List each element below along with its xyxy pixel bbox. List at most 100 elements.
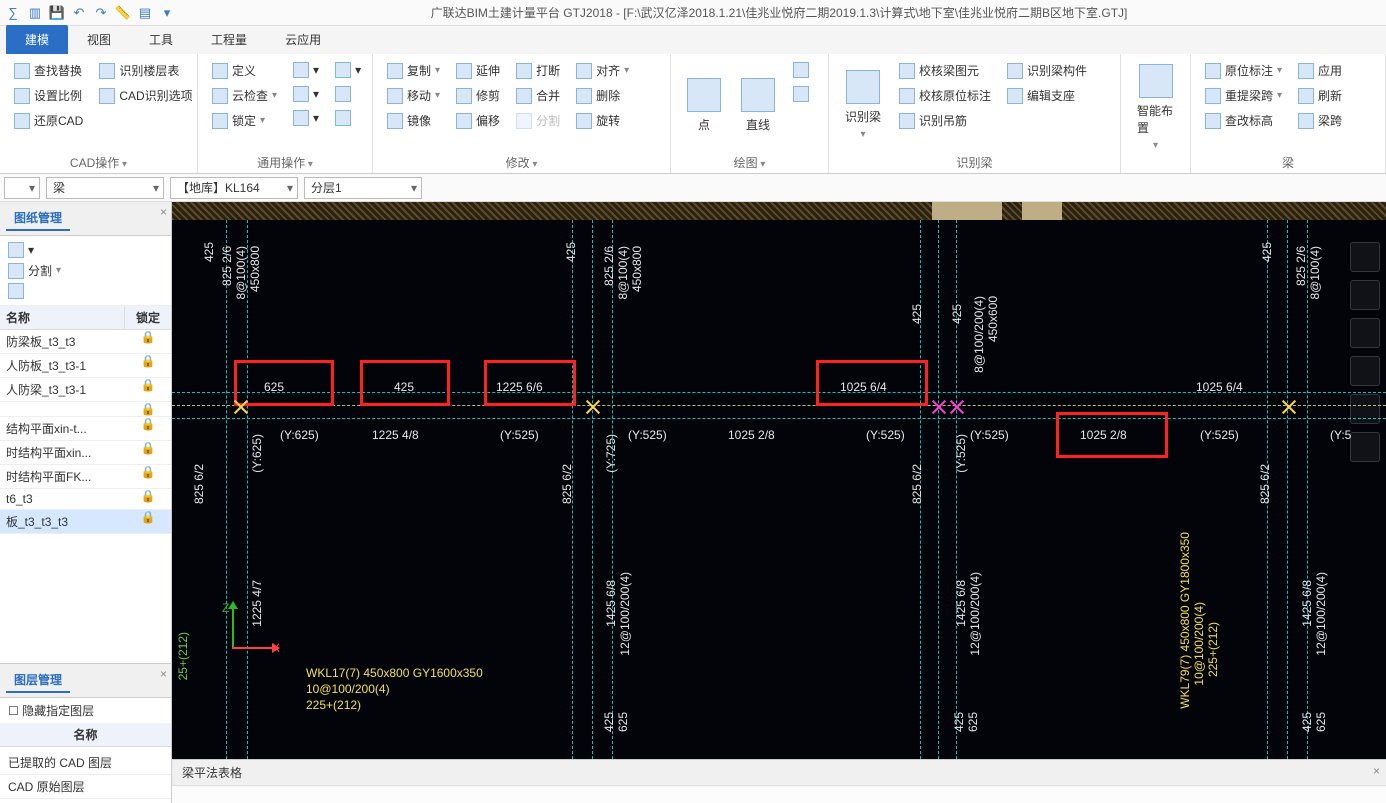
drawing-canvas[interactable]: 425 425 425 425 425 825 2/6 8@100(4) 450…: [172, 202, 1386, 759]
btn-copy[interactable]: 复制: [383, 60, 444, 81]
group-common-label[interactable]: 通用操作: [204, 152, 366, 173]
btn-lock[interactable]: 锁定: [208, 110, 281, 131]
btn-gen5[interactable]: [331, 84, 365, 104]
view-tool-1[interactable]: [1350, 242, 1380, 272]
btn-align[interactable]: 对齐: [572, 60, 633, 81]
qat-sigma-icon[interactable]: ∑: [4, 4, 22, 22]
btn-delete[interactable]: 删除: [572, 85, 633, 106]
btn-refresh[interactable]: 刷新: [1294, 85, 1346, 106]
left-panels: 图纸管理 × ▾ 分割 名称锁定 防梁板_t3_t3🔒人防板_t3_t3-1🔒人…: [0, 202, 172, 803]
view-tool-4[interactable]: [1350, 356, 1380, 386]
qat-report-icon[interactable]: ▤: [136, 4, 154, 22]
group-modify-label[interactable]: 修改: [379, 152, 664, 173]
drawing-toolbar: ▾ 分割: [0, 236, 171, 306]
btn-check-beam[interactable]: 校核梁图元: [895, 60, 995, 81]
btn-gen2[interactable]: ▾: [289, 84, 323, 104]
btn-detect-comp[interactable]: 识别梁构件: [1003, 60, 1091, 81]
node-marker: [1280, 398, 1298, 416]
qat-insert-icon[interactable]: ▥: [26, 4, 44, 22]
btn-apply[interactable]: 应用: [1294, 60, 1346, 81]
btn-split-mini[interactable]: 分割: [4, 260, 167, 281]
btn-set-scale[interactable]: 设置比例: [10, 85, 87, 106]
tree-row[interactable]: 结构平面xin-t...🔒: [0, 417, 171, 441]
combo-element[interactable]: 【地库】KL164▾: [170, 177, 298, 199]
view-tool-6[interactable]: [1350, 432, 1380, 462]
btn-cad-options[interactable]: CAD识别选项: [95, 85, 196, 106]
btn-mirror[interactable]: 镜像: [383, 110, 444, 131]
view-tool-3[interactable]: [1350, 318, 1380, 348]
close-icon[interactable]: ×: [1373, 764, 1380, 778]
btn-edit-support[interactable]: 编辑支座: [1003, 85, 1091, 106]
tab-tool[interactable]: 工具: [130, 25, 192, 54]
qat-save-icon[interactable]: 💾: [48, 4, 66, 22]
tab-view[interactable]: 视图: [68, 25, 130, 54]
draw-extra-2[interactable]: [789, 84, 813, 104]
btn-split[interactable]: 分割: [512, 110, 564, 131]
btn-gen1[interactable]: ▾: [289, 60, 323, 80]
btn-cross[interactable]: 梁跨: [1294, 110, 1346, 131]
tab-model[interactable]: 建模: [6, 25, 68, 54]
combo-layer[interactable]: 分层1▾: [304, 177, 422, 199]
tree-row[interactable]: 🔒: [0, 402, 171, 417]
btn-detect-beam[interactable]: 识别梁: [835, 58, 891, 152]
btn-detect-hang[interactable]: 识别吊筋: [895, 110, 995, 131]
btn-extend[interactable]: 延伸: [452, 60, 504, 81]
btn-merge[interactable]: 合并: [512, 85, 564, 106]
btn-raise-span[interactable]: 重提梁跨: [1201, 85, 1286, 106]
btn-offset[interactable]: 偏移: [452, 110, 504, 131]
tree-row[interactable]: 人防板_t3_t3-1🔒: [0, 354, 171, 378]
tree-row[interactable]: 时结构平面xin...🔒: [0, 441, 171, 465]
btn-gen3[interactable]: ▾: [289, 108, 323, 128]
btn-cloud-check[interactable]: 云检查: [208, 85, 281, 106]
btn-break[interactable]: 打断: [512, 60, 564, 81]
btn-mini-1[interactable]: ▾: [4, 240, 167, 260]
btn-check-orig[interactable]: 校核原位标注: [895, 85, 995, 106]
axis-gizmo: Z X: [222, 599, 282, 659]
tab-cloud[interactable]: 云应用: [266, 25, 340, 54]
close-icon[interactable]: ×: [160, 667, 167, 681]
group-draw-label[interactable]: 绘图: [677, 152, 822, 173]
draw-extra-1[interactable]: [789, 60, 813, 80]
layer-row[interactable]: CAD 原始图层: [0, 775, 171, 799]
tree-row[interactable]: 防梁板_t3_t3🔒: [0, 330, 171, 354]
hide-layer-check[interactable]: ☐ 隐藏指定图层: [0, 698, 171, 723]
drawing-tree: 名称锁定 防梁板_t3_t3🔒人防板_t3_t3-1🔒人防梁_t3_t3-1🔒🔒…: [0, 306, 171, 534]
qat-dropdown-icon[interactable]: ▾: [158, 4, 176, 22]
btn-mini-3[interactable]: [4, 281, 167, 301]
btn-find-replace[interactable]: 查找替换: [10, 60, 87, 81]
tree-row[interactable]: 人防梁_t3_t3-1🔒: [0, 378, 171, 402]
qat-redo-icon[interactable]: ↷: [92, 4, 110, 22]
tab-qty[interactable]: 工程量: [192, 25, 266, 54]
btn-rotate[interactable]: 旋转: [572, 110, 633, 131]
btn-check-elev[interactable]: 查改标高: [1201, 110, 1286, 131]
btn-detect-floor[interactable]: 识别楼层表: [95, 60, 196, 81]
btn-point[interactable]: 点: [677, 58, 731, 152]
btn-orig-label[interactable]: 原位标注: [1201, 60, 1286, 81]
btn-line[interactable]: 直线: [731, 58, 785, 152]
group-beam-label: 识别梁: [835, 152, 1114, 173]
qat-ruler-icon[interactable]: 📏: [114, 4, 132, 22]
view-tool-2[interactable]: [1350, 280, 1380, 310]
btn-gen4[interactable]: ▾: [331, 60, 365, 80]
group-cad-label[interactable]: CAD操作: [6, 152, 191, 173]
view-tools-strip: [1350, 242, 1384, 462]
tree-row[interactable]: 时结构平面FK...🔒: [0, 465, 171, 489]
tree-row[interactable]: t6_t3🔒: [0, 489, 171, 510]
combo-type-small[interactable]: ▾: [4, 177, 40, 199]
view-tool-5[interactable]: [1350, 394, 1380, 424]
node-marker: [584, 398, 602, 416]
btn-gen6[interactable]: [331, 108, 365, 128]
close-icon[interactable]: ×: [160, 205, 167, 219]
btn-trim[interactable]: 修剪: [452, 85, 504, 106]
ribbon-tabs: 建模 视图 工具 工程量 云应用: [0, 26, 1386, 54]
btn-restore-cad[interactable]: 还原CAD: [10, 110, 87, 131]
bottom-bar: [172, 785, 1386, 803]
btn-define[interactable]: 定义: [208, 60, 281, 81]
btn-smart-layout[interactable]: 智能布置: [1127, 58, 1184, 157]
tree-row[interactable]: 板_t3_t3_t3🔒: [0, 510, 171, 534]
btn-move[interactable]: 移动: [383, 85, 444, 106]
main-area: 图纸管理 × ▾ 分割 名称锁定 防梁板_t3_t3🔒人防板_t3_t3-1🔒人…: [0, 202, 1386, 803]
qat-undo-icon[interactable]: ↶: [70, 4, 88, 22]
combo-category[interactable]: 梁▾: [46, 177, 164, 199]
layer-row[interactable]: 已提取的 CAD 图层: [0, 751, 171, 775]
